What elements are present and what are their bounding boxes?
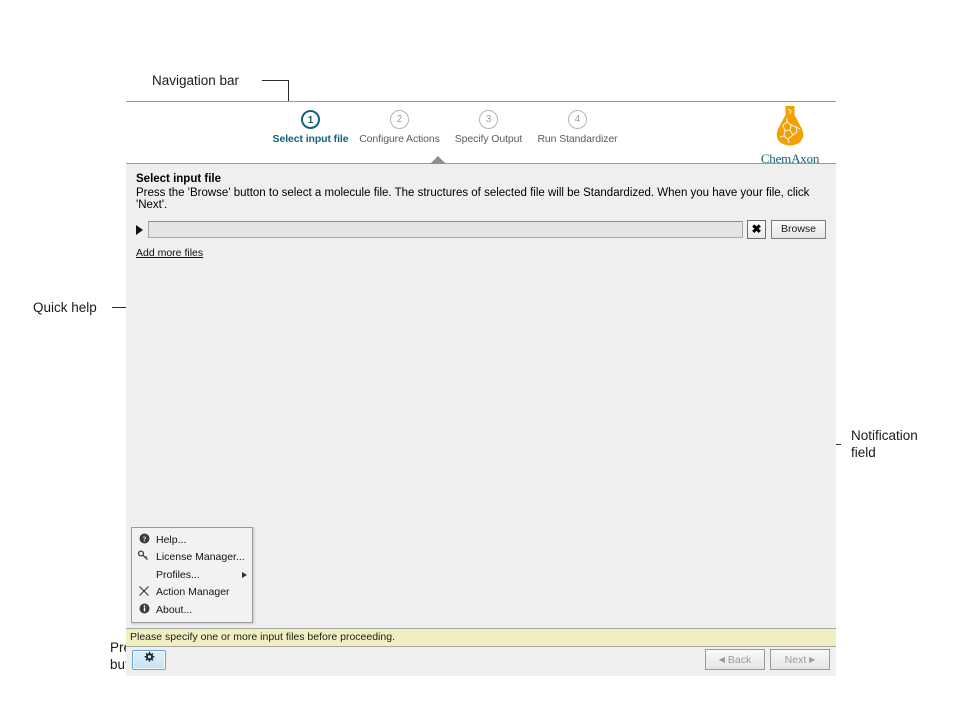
navigation-buttons: ◀ Back Next ▶ bbox=[705, 649, 830, 670]
add-more-files-link[interactable]: Add more files bbox=[136, 247, 203, 259]
navigation-bar: 1 Select input file 2 Configure Actions … bbox=[126, 101, 836, 164]
next-button-label: Next bbox=[785, 654, 807, 666]
step-label-4: Run Standardizer bbox=[533, 133, 622, 145]
step-label-3: Specify Output bbox=[444, 133, 533, 145]
flask-icon bbox=[773, 105, 807, 147]
menu-label-about: About... bbox=[156, 604, 192, 616]
next-arrow-icon: ▶ bbox=[809, 655, 815, 664]
back-button[interactable]: ◀ Back bbox=[705, 649, 765, 670]
step-number-2: 2 bbox=[390, 110, 409, 129]
preferences-popup-menu: ? Help... License Manager... Profiles... bbox=[131, 527, 253, 623]
step-configure-actions[interactable]: 2 Configure Actions bbox=[355, 110, 444, 145]
step-label-1: Select input file bbox=[266, 133, 355, 145]
preferences-button[interactable] bbox=[132, 650, 166, 670]
chemaxon-logo: ChemAxon bbox=[754, 105, 826, 163]
clear-input-button[interactable]: ✖ bbox=[747, 220, 766, 239]
leader-navigation-bar-h bbox=[262, 80, 288, 81]
step-specify-output[interactable]: 3 Specify Output bbox=[444, 110, 533, 145]
step-run-standardizer[interactable]: 4 Run Standardizer bbox=[533, 110, 622, 145]
next-button[interactable]: Next ▶ bbox=[770, 649, 830, 670]
browse-button[interactable]: Browse bbox=[771, 220, 826, 239]
menu-item-help[interactable]: ? Help... bbox=[132, 531, 252, 549]
file-chooser-row: ✖ Browse bbox=[136, 220, 826, 239]
quick-help-section: Select input file Press the 'Browse' but… bbox=[126, 164, 836, 261]
menu-item-license-manager[interactable]: License Manager... bbox=[132, 549, 252, 567]
menu-label-license-manager: License Manager... bbox=[156, 551, 245, 563]
expand-triangle-icon[interactable] bbox=[136, 225, 143, 235]
svg-text:?: ? bbox=[142, 534, 146, 543]
menu-label-action-manager: Action Manager bbox=[156, 586, 230, 598]
menu-label-profiles: Profiles... bbox=[156, 569, 200, 581]
step-number-3: 3 bbox=[479, 110, 498, 129]
help-icon: ? bbox=[136, 533, 152, 547]
content-panel: Select input file Press the 'Browse' but… bbox=[126, 164, 836, 676]
annotation-quick-help: Quick help bbox=[33, 299, 97, 316]
notification-field: Please specify one or more input files b… bbox=[126, 628, 836, 647]
bottom-bar: ◀ Back Next ▶ bbox=[126, 647, 836, 676]
info-icon bbox=[136, 603, 152, 617]
step-list: 1 Select input file 2 Configure Actions … bbox=[266, 110, 622, 145]
back-arrow-icon: ◀ bbox=[719, 655, 725, 664]
menu-item-profiles[interactable]: Profiles... bbox=[132, 566, 252, 584]
step-number-4: 4 bbox=[568, 110, 587, 129]
menu-label-help: Help... bbox=[156, 534, 186, 546]
back-button-label: Back bbox=[728, 654, 751, 666]
gear-icon bbox=[143, 651, 155, 663]
step-label-2: Configure Actions bbox=[355, 133, 444, 145]
quick-help-description: Press the 'Browse' button to select a mo… bbox=[136, 187, 826, 211]
annotation-notification-field: Notification field bbox=[851, 427, 918, 461]
input-file-path-field[interactable] bbox=[148, 221, 743, 238]
step-number-1: 1 bbox=[301, 110, 320, 129]
tools-icon bbox=[136, 585, 152, 600]
quick-help-title: Select input file bbox=[136, 173, 826, 185]
menu-item-action-manager[interactable]: Action Manager bbox=[132, 584, 252, 602]
key-icon bbox=[136, 550, 152, 564]
menu-item-about[interactable]: About... bbox=[132, 601, 252, 619]
annotation-navigation-bar: Navigation bar bbox=[152, 72, 239, 89]
submenu-chevron-right-icon bbox=[242, 572, 247, 578]
application-window: 1 Select input file 2 Configure Actions … bbox=[126, 101, 836, 613]
step-select-input-file[interactable]: 1 Select input file bbox=[266, 110, 355, 145]
